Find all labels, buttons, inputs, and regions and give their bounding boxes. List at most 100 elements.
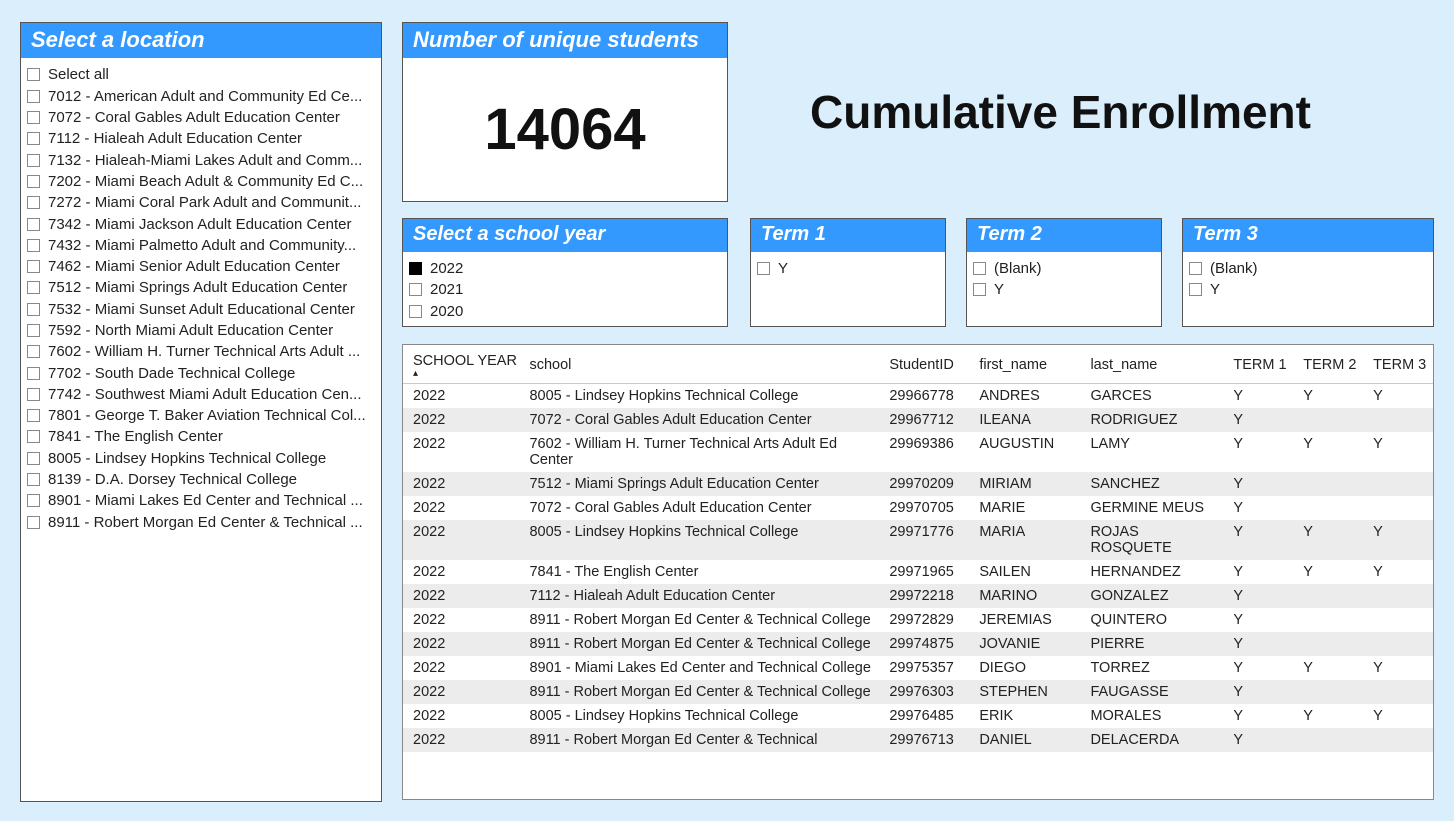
checkbox-icon[interactable] xyxy=(27,324,40,337)
cell-year: 2022 xyxy=(403,656,519,680)
col-school-year[interactable]: SCHOOL YEAR xyxy=(403,345,519,384)
checkbox-icon[interactable] xyxy=(27,154,40,167)
table-row[interactable]: 20228005 - Lindsey Hopkins Technical Col… xyxy=(403,704,1433,728)
slicer-option[interactable]: Y xyxy=(1189,279,1427,300)
slicer-option[interactable]: (Blank) xyxy=(973,258,1155,279)
cell-fn: MARINO xyxy=(969,584,1080,608)
location-slicer[interactable]: Select a location Select all7012 - Ameri… xyxy=(20,22,382,802)
col-term2[interactable]: TERM 2 xyxy=(1293,345,1363,384)
checkbox-icon[interactable] xyxy=(757,262,770,275)
table-row[interactable]: 20227602 - William H. Turner Technical A… xyxy=(403,432,1433,472)
slicer-option[interactable]: 7841 - The English Center xyxy=(27,426,375,447)
slicer-option[interactable]: (Blank) xyxy=(1189,258,1427,279)
col-school[interactable]: school xyxy=(519,345,879,384)
checkbox-icon[interactable] xyxy=(27,516,40,529)
cell-school: 7602 - William H. Turner Technical Arts … xyxy=(519,432,879,472)
year-slicer[interactable]: Select a school year 202220212020 xyxy=(402,218,728,327)
slicer-option[interactable]: 7072 - Coral Gables Adult Education Cent… xyxy=(27,107,375,128)
checkbox-icon[interactable] xyxy=(27,281,40,294)
slicer-option[interactable]: 7742 - Southwest Miami Adult Education C… xyxy=(27,384,375,405)
checkbox-icon[interactable] xyxy=(27,367,40,380)
slicer-option[interactable]: 7702 - South Dade Technical College xyxy=(27,362,375,383)
slicer-option[interactable]: 8139 - D.A. Dorsey Technical College xyxy=(27,469,375,490)
checkbox-icon[interactable] xyxy=(27,345,40,358)
table-row[interactable]: 20228901 - Miami Lakes Ed Center and Tec… xyxy=(403,656,1433,680)
slicer-option[interactable]: Select all xyxy=(27,64,375,85)
table-row[interactable]: 20228911 - Robert Morgan Ed Center & Tec… xyxy=(403,608,1433,632)
checkbox-icon[interactable] xyxy=(27,303,40,316)
cell-id: 29976303 xyxy=(879,680,969,704)
slicer-option[interactable]: 7202 - Miami Beach Adult & Community Ed … xyxy=(27,171,375,192)
checkbox-icon[interactable] xyxy=(1189,283,1202,296)
table-row[interactable]: 20228911 - Robert Morgan Ed Center & Tec… xyxy=(403,680,1433,704)
checkbox-icon[interactable] xyxy=(973,262,986,275)
slicer-option[interactable]: 7512 - Miami Springs Adult Education Cen… xyxy=(27,277,375,298)
table-row[interactable]: 20228005 - Lindsey Hopkins Technical Col… xyxy=(403,384,1433,408)
checkbox-icon[interactable] xyxy=(27,175,40,188)
checkbox-icon[interactable] xyxy=(27,196,40,209)
slicer-option[interactable]: 7342 - Miami Jackson Adult Education Cen… xyxy=(27,213,375,234)
table-row[interactable]: 20228005 - Lindsey Hopkins Technical Col… xyxy=(403,520,1433,560)
term3-slicer[interactable]: Term 3 (Blank)Y xyxy=(1182,218,1434,327)
table-row[interactable]: 20228911 - Robert Morgan Ed Center & Tec… xyxy=(403,632,1433,656)
checkbox-icon[interactable] xyxy=(27,430,40,443)
table-row[interactable]: 20228911 - Robert Morgan Ed Center & Tec… xyxy=(403,728,1433,752)
table-row[interactable]: 20227072 - Coral Gables Adult Education … xyxy=(403,496,1433,520)
slicer-option[interactable]: 7801 - George T. Baker Aviation Technica… xyxy=(27,405,375,426)
cell-t2 xyxy=(1293,632,1363,656)
table-row[interactable]: 20227072 - Coral Gables Adult Education … xyxy=(403,408,1433,432)
checkbox-icon[interactable] xyxy=(1189,262,1202,275)
slicer-option[interactable]: 2020 xyxy=(409,301,721,322)
cell-fn: MIRIAM xyxy=(969,472,1080,496)
slicer-option[interactable]: 2021 xyxy=(409,279,721,300)
slicer-option[interactable]: 7132 - Hialeah-Miami Lakes Adult and Com… xyxy=(27,149,375,170)
slicer-option[interactable]: Y xyxy=(973,279,1155,300)
checkbox-icon[interactable] xyxy=(409,305,422,318)
cell-t2: Y xyxy=(1293,520,1363,560)
col-last-name[interactable]: last_name xyxy=(1080,345,1223,384)
enrollment-table[interactable]: SCHOOL YEAR school StudentID first_name … xyxy=(402,344,1434,800)
checkbox-icon[interactable] xyxy=(27,132,40,145)
cell-t1: Y xyxy=(1223,728,1293,752)
cell-year: 2022 xyxy=(403,584,519,608)
checkbox-icon[interactable] xyxy=(27,473,40,486)
checkbox-icon[interactable] xyxy=(409,262,422,275)
slicer-option-label: 7742 - Southwest Miami Adult Education C… xyxy=(48,386,362,403)
slicer-option[interactable]: 7432 - Miami Palmetto Adult and Communit… xyxy=(27,235,375,256)
slicer-option[interactable]: 7012 - American Adult and Community Ed C… xyxy=(27,86,375,107)
col-term3[interactable]: TERM 3 xyxy=(1363,345,1433,384)
table-row[interactable]: 20227512 - Miami Springs Adult Education… xyxy=(403,472,1433,496)
col-first-name[interactable]: first_name xyxy=(969,345,1080,384)
term1-slicer[interactable]: Term 1 Y xyxy=(750,218,946,327)
slicer-option[interactable]: 7272 - Miami Coral Park Adult and Commun… xyxy=(27,192,375,213)
term2-slicer[interactable]: Term 2 (Blank)Y xyxy=(966,218,1162,327)
checkbox-icon[interactable] xyxy=(409,283,422,296)
slicer-option[interactable]: 8901 - Miami Lakes Ed Center and Technic… xyxy=(27,490,375,511)
cell-fn: ERIK xyxy=(969,704,1080,728)
slicer-option[interactable]: 7112 - Hialeah Adult Education Center xyxy=(27,128,375,149)
checkbox-icon[interactable] xyxy=(27,388,40,401)
slicer-option[interactable]: 2022 xyxy=(409,258,721,279)
slicer-option[interactable]: 7532 - Miami Sunset Adult Educational Ce… xyxy=(27,299,375,320)
table-row[interactable]: 20227112 - Hialeah Adult Education Cente… xyxy=(403,584,1433,608)
slicer-option[interactable]: 7602 - William H. Turner Technical Arts … xyxy=(27,341,375,362)
checkbox-icon[interactable] xyxy=(27,218,40,231)
checkbox-icon[interactable] xyxy=(27,409,40,422)
table-row[interactable]: 20227841 - The English Center29971965SAI… xyxy=(403,560,1433,584)
checkbox-icon[interactable] xyxy=(27,68,40,81)
slicer-option[interactable]: 7592 - North Miami Adult Education Cente… xyxy=(27,320,375,341)
col-student-id[interactable]: StudentID xyxy=(879,345,969,384)
slicer-option[interactable]: 7462 - Miami Senior Adult Education Cent… xyxy=(27,256,375,277)
checkbox-icon[interactable] xyxy=(27,452,40,465)
checkbox-icon[interactable] xyxy=(27,111,40,124)
slicer-option[interactable]: 8911 - Robert Morgan Ed Center & Technic… xyxy=(27,512,375,533)
checkbox-icon[interactable] xyxy=(27,260,40,273)
checkbox-icon[interactable] xyxy=(27,239,40,252)
checkbox-icon[interactable] xyxy=(27,90,40,103)
checkbox-icon[interactable] xyxy=(27,494,40,507)
checkbox-icon[interactable] xyxy=(973,283,986,296)
col-term1[interactable]: TERM 1 xyxy=(1223,345,1293,384)
slicer-option[interactable]: Y xyxy=(757,258,939,279)
slicer-option[interactable]: 8005 - Lindsey Hopkins Technical College xyxy=(27,448,375,469)
cell-school: 7072 - Coral Gables Adult Education Cent… xyxy=(519,408,879,432)
